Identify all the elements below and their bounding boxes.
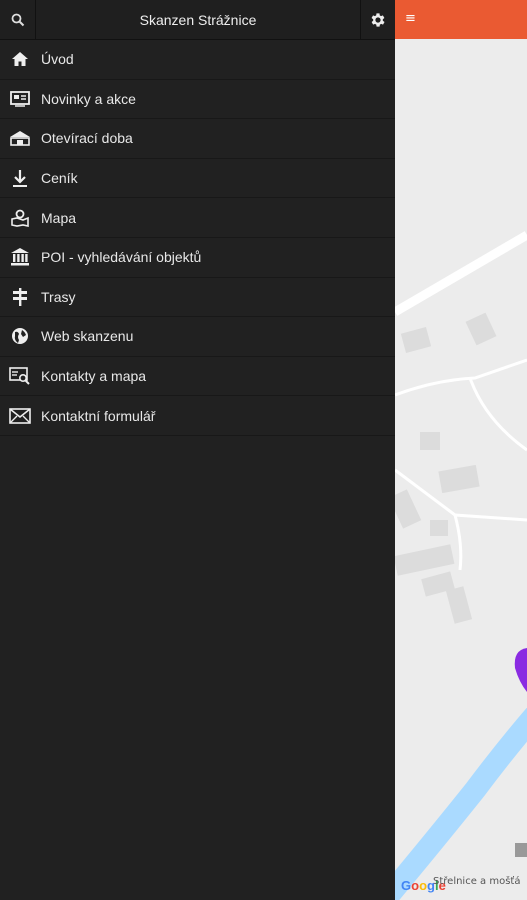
map-toolbar: ≡ — [395, 0, 527, 39]
menu-item-web[interactable]: Web skanzenu — [0, 317, 395, 357]
menu-item-kontakty[interactable]: Kontakty a mapa — [0, 357, 395, 397]
globe-icon — [0, 317, 40, 356]
drawer-header: Skanzen Strážnice — [0, 0, 395, 40]
map-label: Střelnice a mošťá — [433, 876, 521, 887]
menu-item-mapa[interactable]: Mapa — [0, 198, 395, 238]
home-icon — [0, 40, 40, 79]
gear-icon — [371, 13, 385, 27]
contact-search-icon — [0, 357, 40, 396]
search-button[interactable] — [0, 0, 36, 40]
signpost-icon — [0, 277, 40, 316]
menu-item-uvod[interactable]: Úvod — [0, 40, 395, 80]
menu-item-label: Úvod — [41, 51, 74, 68]
news-icon — [0, 79, 40, 118]
menu-item-label: POI - vyhledávání objektů — [41, 249, 202, 266]
map-canvas — [395, 231, 527, 900]
map-icon — [0, 198, 40, 237]
menu-item-cenik[interactable]: Ceník — [0, 159, 395, 199]
menu-item-label: Otevírací doba — [41, 130, 133, 147]
menu-item-label: Mapa — [41, 209, 77, 226]
building-icon — [0, 119, 40, 158]
menu-item-label: Trasy — [41, 288, 76, 305]
menu-item-label: Web skanzenu — [41, 328, 134, 345]
menu-item-formular[interactable]: Kontaktní formulář — [0, 396, 395, 436]
menu-item-label: Ceník — [41, 170, 78, 187]
menu-item-oteviraci-doba[interactable]: Otevírací doba — [0, 119, 395, 159]
menu-item-poi[interactable]: POI - vyhledávání objektů — [0, 238, 395, 278]
menu-item-label: Novinky a akce — [41, 90, 136, 107]
menu-item-trasy[interactable]: Trasy — [0, 278, 395, 318]
menu-item-label: Kontakty a mapa — [41, 368, 147, 385]
settings-button[interactable] — [360, 0, 395, 40]
mail-icon — [0, 396, 40, 435]
museum-icon — [0, 238, 40, 277]
map-view[interactable]: ≡ Google Střelnice a mošťá — [395, 0, 527, 900]
menu-item-novinky[interactable]: Novinky a akce — [0, 80, 395, 120]
menu-item-label: Kontaktní formulář — [41, 407, 156, 424]
menu-icon[interactable]: ≡ — [405, 11, 419, 27]
download-icon — [0, 159, 40, 198]
drawer-title: Skanzen Strážnice — [139, 12, 257, 28]
navigation-drawer: Skanzen Strážnice Úvod Novinky a akce Ot… — [0, 0, 395, 900]
drawer-menu: Úvod Novinky a akce Otevírací doba Ceník… — [0, 40, 395, 436]
search-icon — [11, 13, 24, 27]
